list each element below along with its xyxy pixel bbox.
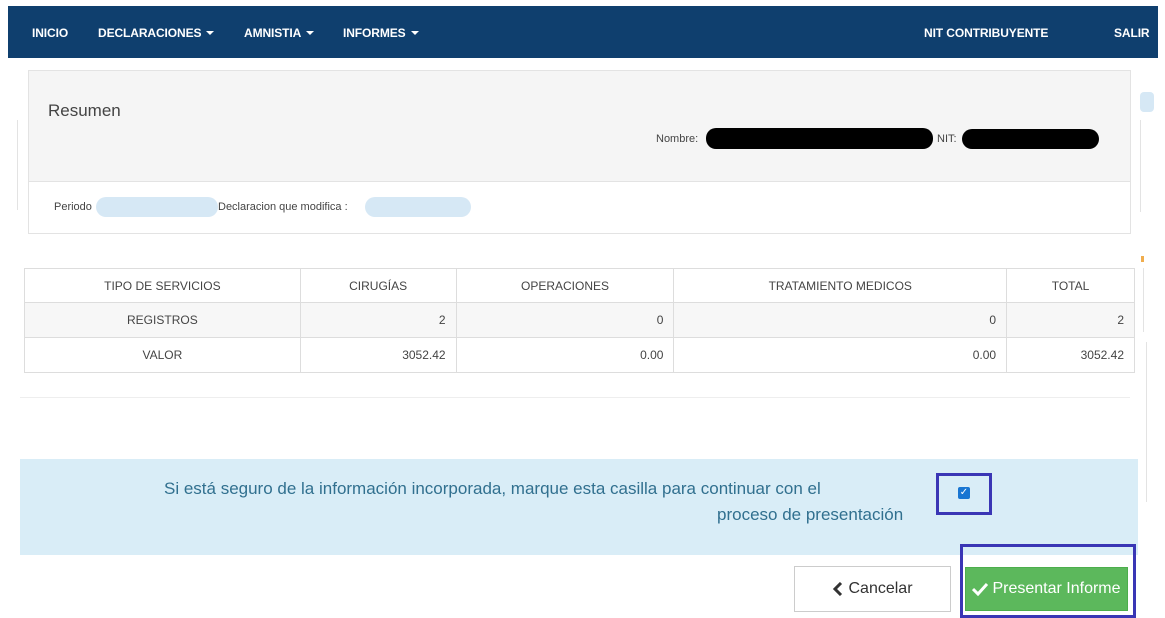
table-cell: 0.00: [673, 337, 1008, 373]
nav-amnistia-label: AMNISTIA: [244, 26, 302, 40]
nit-label: NIT:: [937, 133, 957, 145]
panel-border-fragment: [17, 120, 18, 210]
cancel-label: Cancelar: [848, 580, 913, 597]
col-header: TIPO DE SERVICIOS: [24, 268, 301, 303]
table-cell: 0.00: [455, 337, 675, 373]
services-table: TIPO DE SERVICIOS CIRUGÍAS OPERACIONES T…: [24, 268, 1135, 373]
nav-nit-contribuyente[interactable]: NIT CONTRIBUYENTE: [924, 26, 1048, 40]
summary-panel: Resumen Nombre: NIT: Periodo Declaracion…: [28, 70, 1131, 234]
table-cell: 0: [673, 302, 1008, 338]
declaracion-modifica-label: Declaracion que modifica :: [218, 201, 348, 213]
nav-informes-label: INFORMES: [343, 26, 406, 40]
nav-declaraciones[interactable]: DECLARACIONES: [98, 26, 215, 40]
panel-edge-fragment: [1141, 256, 1144, 262]
nombre-redacted: [706, 128, 933, 149]
table-cell: 2: [1006, 302, 1135, 338]
button-highlight: [960, 544, 1136, 618]
caret-down-icon: [410, 31, 419, 35]
confirm-text-line1: Si está seguro de la información incorpo…: [164, 479, 821, 498]
table-cell: 3052.42: [1006, 337, 1135, 373]
chevron-left-icon: [833, 582, 843, 596]
table-cell: 3052.42: [299, 337, 457, 373]
nit-redacted: [962, 129, 1099, 149]
nombre-label: Nombre:: [656, 133, 699, 145]
caret-down-icon: [306, 31, 315, 35]
periodo-value: [96, 197, 218, 217]
panel-border-fragment: [1140, 120, 1141, 212]
table-row: REGISTROS 2 0 0 2: [24, 302, 1135, 338]
panel-edge-fragment: [1140, 92, 1154, 112]
nav-amnistia[interactable]: AMNISTIA: [244, 26, 315, 40]
summary-panel-header: Resumen Nombre: NIT:: [29, 71, 1130, 182]
table-cell: 0: [455, 302, 675, 338]
col-header: TOTAL: [1006, 268, 1135, 303]
declaracion-modifica-value: [365, 197, 471, 217]
periodo-label: Periodo: [54, 201, 92, 213]
cancel-button[interactable]: Cancelar: [794, 566, 951, 612]
panel-border-fragment: [1146, 342, 1147, 502]
nav-declaraciones-label: DECLARACIONES: [98, 26, 202, 40]
table-cell: 2: [299, 302, 457, 338]
nav-inicio[interactable]: INICIO: [32, 26, 68, 40]
table-header-row: TIPO DE SERVICIOS CIRUGÍAS OPERACIONES T…: [24, 268, 1135, 303]
confirm-text-line2: proceso de presentación: [717, 505, 904, 524]
caret-down-icon: [206, 31, 215, 35]
confirm-checkbox[interactable]: ✓: [958, 487, 970, 499]
table-row: VALOR 3052.42 0.00 0.00 3052.42: [24, 337, 1135, 373]
table-cell: VALOR: [24, 337, 301, 373]
divider: [20, 397, 1130, 398]
col-header: CIRUGÍAS: [299, 268, 457, 303]
panel-border-fragment: [1143, 268, 1144, 332]
summary-title: Resumen: [48, 101, 121, 120]
col-header: TRATAMIENTO MEDICOS: [673, 268, 1008, 303]
nav-informes[interactable]: INFORMES: [343, 26, 419, 40]
table-cell: REGISTROS: [24, 302, 301, 338]
top-navbar: INICIO DECLARACIONES AMNISTIA INFORMES N…: [8, 6, 1158, 58]
col-header: OPERACIONES: [455, 268, 675, 303]
nav-salir[interactable]: SALIR: [1114, 26, 1150, 40]
